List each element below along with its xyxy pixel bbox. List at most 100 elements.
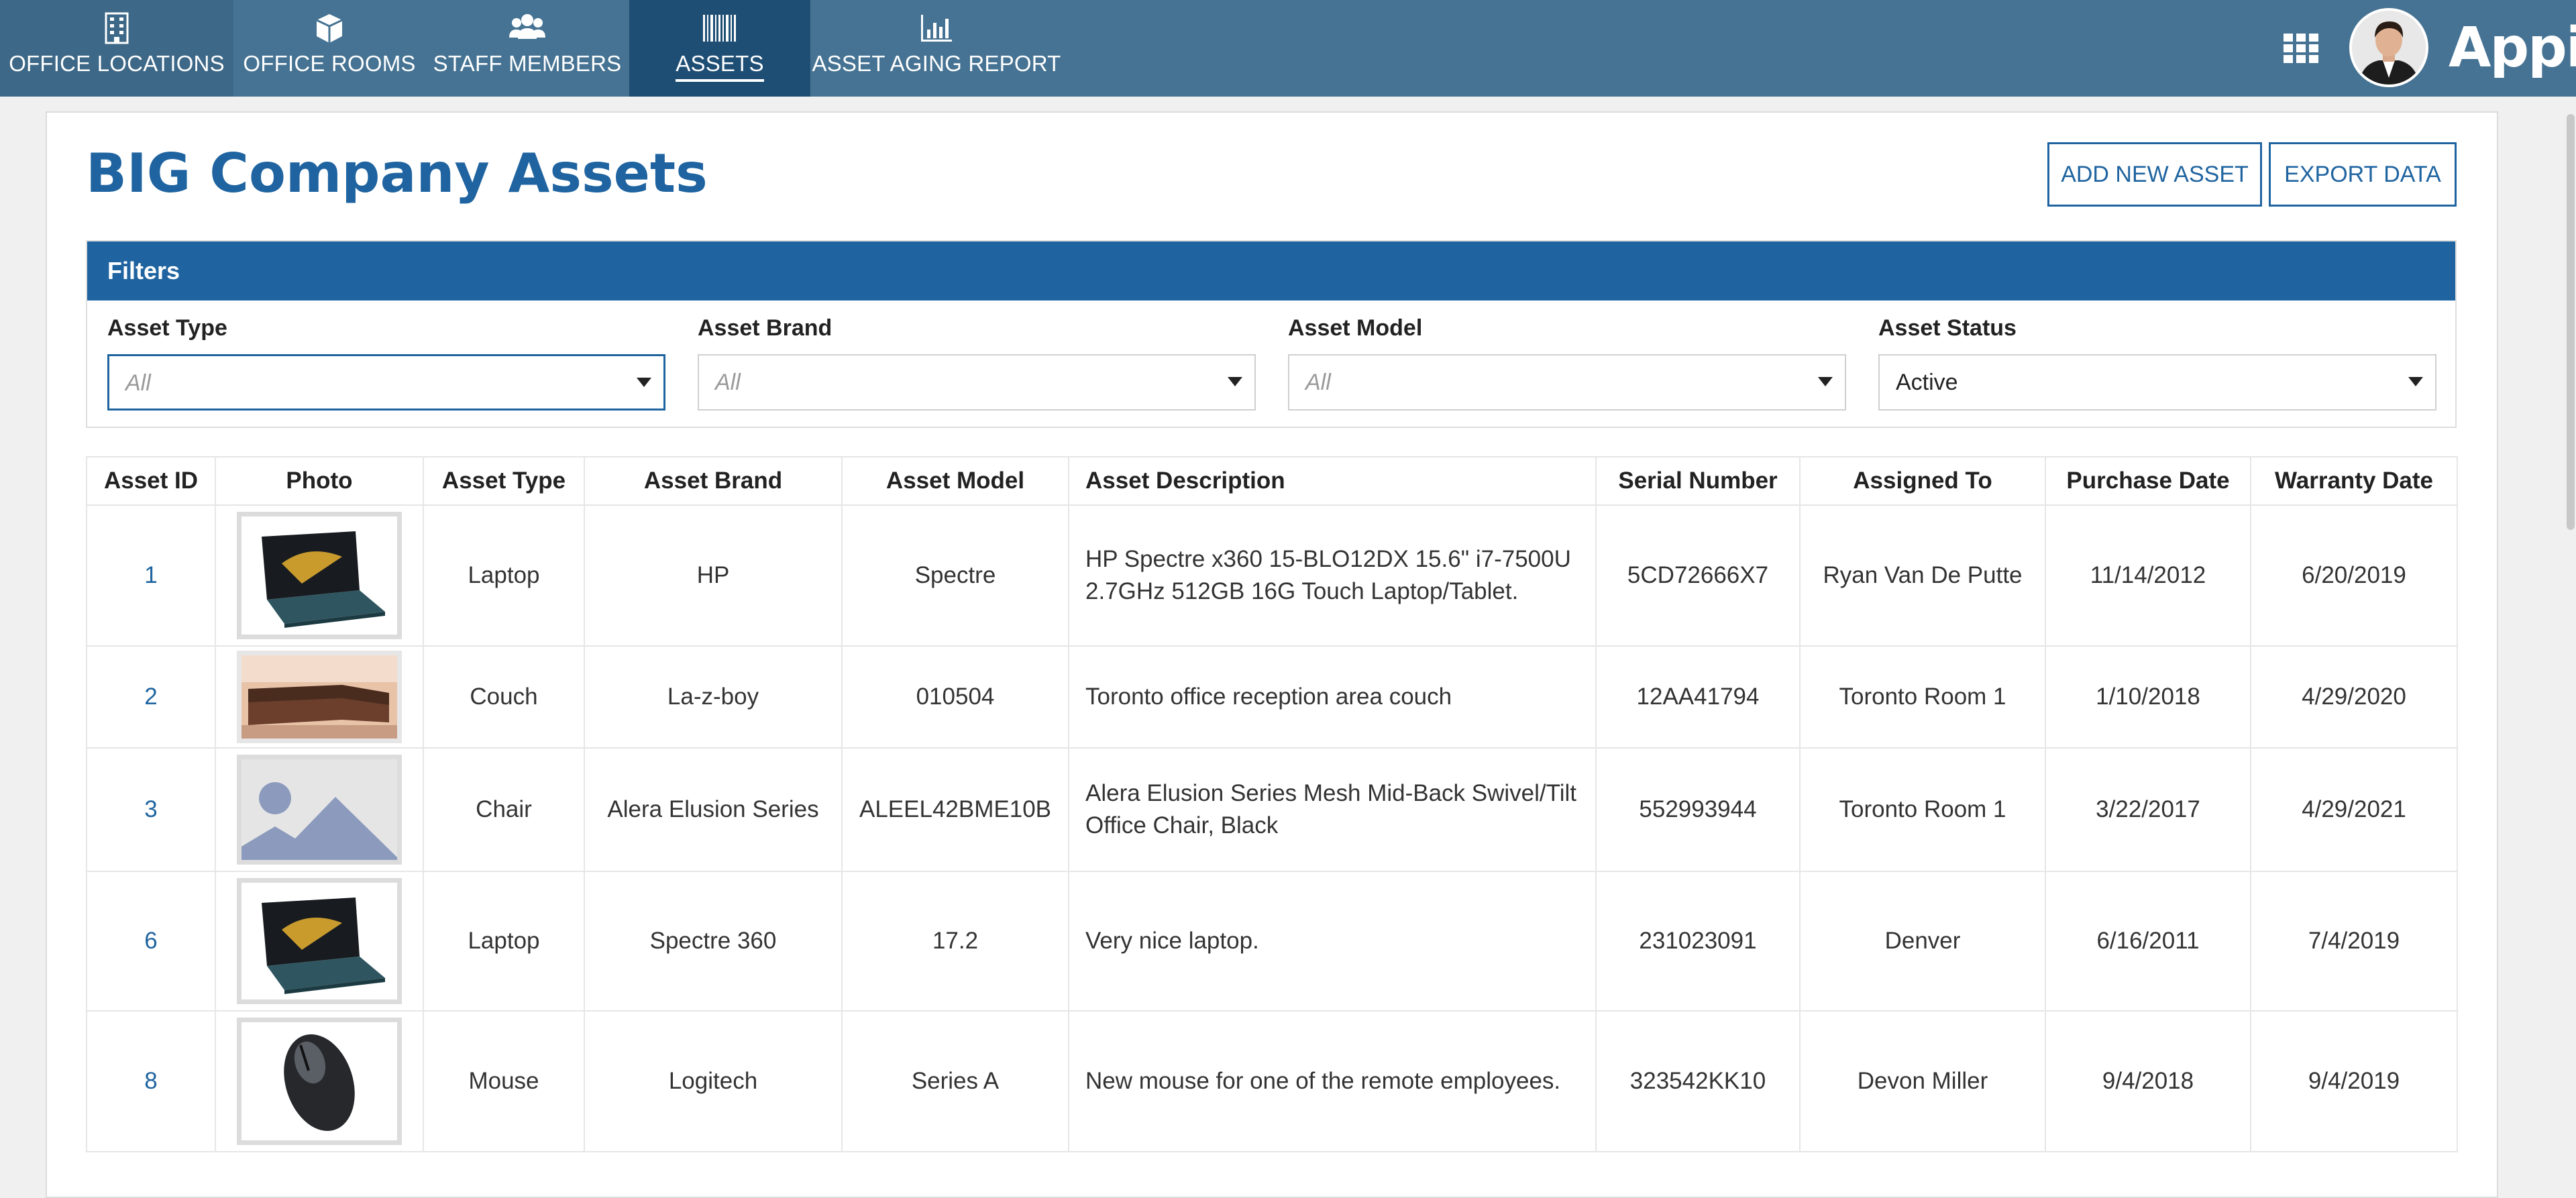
- bar-chart-icon: [920, 12, 953, 44]
- serial-number-cell: 12AA41794: [1595, 645, 1801, 749]
- assigned-to-cell: Devon Miller: [1799, 1010, 2046, 1152]
- asset-brand-cell: HP: [584, 504, 843, 647]
- export-data-button[interactable]: EXPORT DATA: [2269, 142, 2457, 207]
- assets-table: Asset ID Photo Asset Type Asset Brand As…: [86, 456, 2458, 1152]
- asset-id-link[interactable]: 3: [86, 747, 216, 872]
- chevron-down-icon: [1228, 377, 1242, 390]
- building-icon: [103, 12, 130, 44]
- couch-photo[interactable]: [237, 651, 402, 743]
- col-warranty-date[interactable]: Warranty Date: [2250, 456, 2458, 506]
- purchase-date-cell: 11/14/2012: [2045, 504, 2251, 647]
- col-serial-number[interactable]: Serial Number: [1595, 456, 1801, 506]
- table-row: 1 Laptop HP Spectre HP Spectre x360 15-B…: [86, 504, 2458, 647]
- user-avatar[interactable]: [2349, 8, 2428, 87]
- asset-model-cell: ALEEL42BME10B: [841, 747, 1069, 872]
- laptop-photo[interactable]: [237, 878, 402, 1004]
- asset-status-select[interactable]: Active: [1878, 354, 2436, 411]
- purchase-date-cell: 1/10/2018: [2045, 645, 2251, 749]
- col-asset-brand[interactable]: Asset Brand: [584, 456, 843, 506]
- cube-icon: [314, 12, 345, 44]
- asset-id-link[interactable]: 1: [86, 504, 216, 647]
- assigned-to-cell: Toronto Room 1: [1799, 747, 2046, 872]
- table-header-row: Asset ID Photo Asset Type Asset Brand As…: [86, 456, 2458, 506]
- asset-description-cell: Alera Elusion Series Mesh Mid-Back Swive…: [1068, 747, 1597, 872]
- tab-office-locations[interactable]: OFFICE LOCATIONS: [0, 0, 233, 97]
- warranty-date-cell: 9/4/2019: [2250, 1010, 2458, 1152]
- asset-id-link[interactable]: 8: [86, 1010, 216, 1152]
- tab-asset-aging-report[interactable]: ASSET AGING REPORT: [810, 0, 1063, 97]
- photo-cell: [215, 504, 424, 647]
- tab-staff-members[interactable]: STAFF MEMBERS: [425, 0, 629, 97]
- asset-description-cell: HP Spectre x360 15-BLO12DX 15.6" i7-7500…: [1068, 504, 1597, 647]
- asset-type-cell: Couch: [423, 645, 585, 749]
- chevron-down-icon: [2408, 377, 2423, 390]
- asset-description-cell: Very nice laptop.: [1068, 871, 1597, 1012]
- photo-cell: [215, 871, 424, 1012]
- chevron-down-icon: [637, 378, 651, 390]
- col-asset-model[interactable]: Asset Model: [841, 456, 1069, 506]
- asset-model-cell: Series A: [841, 1010, 1069, 1152]
- asset-type-cell: Laptop: [423, 871, 585, 1012]
- asset-id-link[interactable]: 2: [86, 645, 216, 749]
- tab-office-rooms[interactable]: OFFICE ROOMS: [233, 0, 425, 97]
- table-row: 2 Couch La-z-boy 010504 Toronto office r…: [86, 645, 2458, 749]
- photo-cell: [215, 747, 424, 872]
- warranty-date-cell: 4/29/2020: [2250, 645, 2458, 749]
- assigned-to-cell: Toronto Room 1: [1799, 645, 2046, 749]
- asset-model-cell: 17.2: [841, 871, 1069, 1012]
- asset-brand-cell: Alera Elusion Series: [584, 747, 843, 872]
- asset-type-cell: Mouse: [423, 1010, 585, 1152]
- asset-model-label: Asset Model: [1288, 315, 1423, 341]
- purchase-date-cell: 9/4/2018: [2045, 1010, 2251, 1152]
- tab-label: OFFICE LOCATIONS: [9, 51, 225, 76]
- asset-model-value: All: [1305, 370, 1331, 395]
- asset-model-cell: Spectre: [841, 504, 1069, 647]
- asset-brand-cell: Spectre 360: [584, 871, 843, 1012]
- table-row: 8 Mouse Logitech Series A New mouse for …: [86, 1010, 2458, 1152]
- barcode-icon: [702, 12, 738, 44]
- filters-panel: Filters Asset Type All Asset Brand All A…: [86, 240, 2457, 428]
- asset-status-label: Asset Status: [1878, 315, 2017, 341]
- add-new-asset-button[interactable]: ADD NEW ASSET: [2047, 142, 2262, 207]
- col-asset-description[interactable]: Asset Description: [1068, 456, 1597, 506]
- asset-description-cell: New mouse for one of the remote employee…: [1068, 1010, 1597, 1152]
- asset-model-select[interactable]: All: [1288, 354, 1846, 411]
- serial-number-cell: 323542KK10: [1595, 1010, 1801, 1152]
- assigned-to-cell: Denver: [1799, 871, 2046, 1012]
- asset-brand-label: Asset Brand: [698, 315, 833, 341]
- appian-logo: Appian: [2449, 16, 2576, 80]
- serial-number-cell: 5CD72666X7: [1595, 504, 1801, 647]
- image-placeholder-icon[interactable]: [237, 755, 402, 865]
- purchase-date-cell: 6/16/2011: [2045, 871, 2251, 1012]
- page-scrollbar[interactable]: [2567, 114, 2575, 530]
- col-purchase-date[interactable]: Purchase Date: [2045, 456, 2251, 506]
- mouse-photo[interactable]: [237, 1018, 402, 1145]
- asset-model-cell: 010504: [841, 645, 1069, 749]
- asset-brand-value: All: [715, 370, 741, 395]
- asset-type-cell: Laptop: [423, 504, 585, 647]
- col-assigned-to[interactable]: Assigned To: [1799, 456, 2046, 506]
- chevron-down-icon: [1818, 377, 1833, 390]
- asset-id-link[interactable]: 6: [86, 871, 216, 1012]
- laptop-photo[interactable]: [237, 512, 402, 639]
- asset-type-label: Asset Type: [107, 315, 227, 341]
- app-grid-icon[interactable]: [2284, 34, 2318, 66]
- asset-type-value: All: [125, 370, 151, 396]
- warranty-date-cell: 4/29/2021: [2250, 747, 2458, 872]
- top-nav-bar: OFFICE LOCATIONS OFFICE ROOMS STAFF MEMB…: [0, 0, 2576, 97]
- tab-label: OFFICE ROOMS: [243, 51, 416, 76]
- asset-brand-select[interactable]: All: [698, 354, 1256, 411]
- asset-type-cell: Chair: [423, 747, 585, 872]
- purchase-date-cell: 3/22/2017: [2045, 747, 2251, 872]
- tab-assets[interactable]: ASSETS: [629, 0, 810, 97]
- asset-status-value: Active: [1896, 370, 1958, 395]
- serial-number-cell: 231023091: [1595, 871, 1801, 1012]
- tab-label: ASSET AGING REPORT: [812, 51, 1061, 76]
- serial-number-cell: 552993944: [1595, 747, 1801, 872]
- warranty-date-cell: 6/20/2019: [2250, 504, 2458, 647]
- page-title: BIG Company Assets: [86, 142, 708, 205]
- col-photo: Photo: [215, 456, 424, 506]
- col-asset-id[interactable]: Asset ID: [86, 456, 216, 506]
- col-asset-type[interactable]: Asset Type: [423, 456, 585, 506]
- asset-type-select[interactable]: All: [107, 354, 665, 411]
